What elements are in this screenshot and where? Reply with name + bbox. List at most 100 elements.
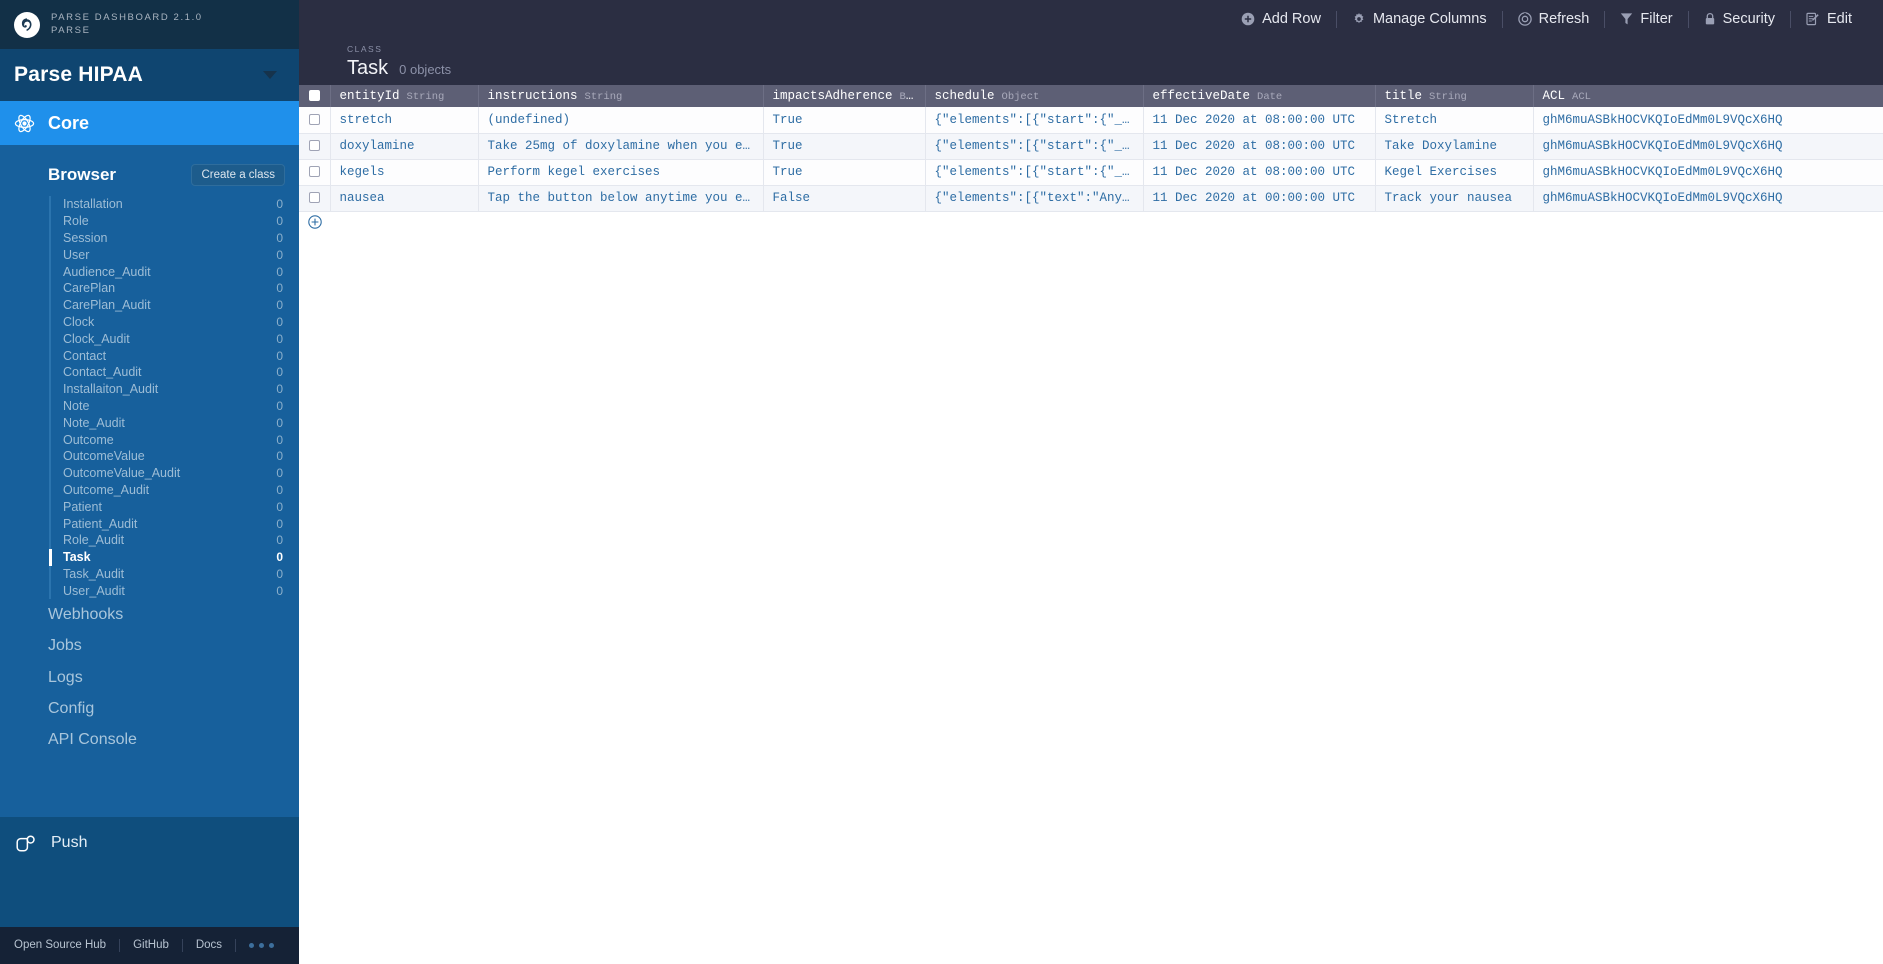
row-select-cell[interactable] bbox=[299, 133, 331, 160]
sidebar-class-note[interactable]: Note 0 bbox=[51, 398, 299, 415]
row-checkbox[interactable] bbox=[308, 192, 320, 204]
cell-instructions[interactable]: Take 25mg of doxylamine when you experie… bbox=[478, 133, 764, 160]
sidebar-class-role[interactable]: Role 0 bbox=[51, 213, 299, 230]
sidebar-class-user_audit[interactable]: User_Audit 0 bbox=[51, 582, 299, 599]
cell-entityId[interactable]: doxylamine bbox=[330, 133, 479, 160]
cell-schedule[interactable]: {"elements":[{"start":{"_… bbox=[925, 133, 1144, 160]
data-table-container: entityId String instructions String impactsA… bbox=[299, 85, 1883, 964]
cell-entityId[interactable]: stretch bbox=[330, 107, 479, 134]
sidebar-item-config[interactable]: Config bbox=[0, 693, 299, 724]
sidebar-class-patient[interactable]: Patient 0 bbox=[51, 498, 299, 515]
cell-effectiveDate[interactable]: 11 Dec 2020 at 08:00:00 UTC bbox=[1143, 133, 1376, 160]
cell-impactsAdherence[interactable]: True bbox=[763, 107, 926, 134]
row-select-cell[interactable] bbox=[299, 185, 331, 212]
row-select-cell[interactable] bbox=[299, 107, 331, 134]
toolbar-refresh-button[interactable]: Refresh bbox=[1503, 11, 1605, 27]
sidebar-class-task[interactable]: Task 0 bbox=[51, 549, 299, 566]
row-checkbox[interactable] bbox=[308, 113, 320, 125]
toolbar-add-row-button[interactable]: Add Row bbox=[1226, 11, 1336, 27]
footer-link-open-source-hub[interactable]: Open Source Hub bbox=[14, 939, 121, 952]
table-row[interactable]: nausea Tap the button below anytime you e… bbox=[299, 185, 1883, 212]
column-header-title[interactable]: title String bbox=[1375, 85, 1534, 107]
sidebar-item-jobs[interactable]: Jobs bbox=[0, 630, 299, 661]
cell-title[interactable]: Take Doxylamine bbox=[1375, 133, 1534, 160]
cell-ACL[interactable]: ghM6muASBkHOCVKQIoEdMm0L9VQcX6HQ bbox=[1533, 107, 1883, 134]
cell-impactsAdherence[interactable]: False bbox=[763, 185, 926, 212]
sidebar-class-task_audit[interactable]: Task_Audit 0 bbox=[51, 566, 299, 583]
footer-link-github[interactable]: GitHub bbox=[120, 939, 183, 952]
cell-title[interactable]: Track your nausea bbox=[1375, 185, 1534, 212]
create-class-button[interactable]: Create a class bbox=[191, 164, 285, 186]
column-header-instructions[interactable]: instructions String bbox=[478, 85, 764, 107]
column-header-effectiveDate[interactable]: effectiveDate Date bbox=[1143, 85, 1376, 107]
sidebar-class-installaiton_audit[interactable]: Installaiton_Audit 0 bbox=[51, 381, 299, 398]
row-select-cell[interactable] bbox=[299, 159, 331, 186]
sidebar-class-careplan_audit[interactable]: CarePlan_Audit 0 bbox=[51, 297, 299, 314]
plus-circle-icon[interactable] bbox=[308, 215, 322, 233]
sidebar-class-clock[interactable]: Clock 0 bbox=[51, 314, 299, 331]
column-header-ACL[interactable]: ACL ACL bbox=[1533, 85, 1883, 107]
table-row[interactable]: doxylamine Take 25mg of doxylamine when y… bbox=[299, 133, 1883, 160]
cell-impactsAdherence[interactable]: True bbox=[763, 133, 926, 160]
sidebar-class-outcomevalue[interactable]: OutcomeValue 0 bbox=[51, 448, 299, 465]
cell-ACL[interactable]: ghM6muASBkHOCVKQIoEdMm0L9VQcX6HQ bbox=[1533, 133, 1883, 160]
sidebar-item-logs[interactable]: Logs bbox=[0, 662, 299, 693]
toolbar-security-button[interactable]: Security bbox=[1689, 11, 1790, 27]
cell-instructions[interactable]: (undefined) bbox=[478, 107, 764, 134]
toolbar-filter-button[interactable]: Filter bbox=[1605, 11, 1687, 27]
ellipsis-icon[interactable] bbox=[236, 943, 275, 948]
sidebar-class-patient_audit[interactable]: Patient_Audit 0 bbox=[51, 515, 299, 532]
table-row[interactable]: stretch (undefined) True {"elements":[{"sta… bbox=[299, 107, 1883, 134]
cell-entityId[interactable]: kegels bbox=[330, 159, 479, 186]
app-selector[interactable]: Parse HIPAA bbox=[0, 49, 299, 101]
cell-ACL[interactable]: ghM6muASBkHOCVKQIoEdMm0L9VQcX6HQ bbox=[1533, 159, 1883, 186]
cell-schedule[interactable]: {"elements":[{"text":"Any… bbox=[925, 185, 1144, 212]
footer-link-docs[interactable]: Docs bbox=[183, 939, 237, 952]
select-all-checkbox[interactable] bbox=[308, 90, 320, 102]
sidebar-class-audience_audit[interactable]: Audience_Audit 0 bbox=[51, 263, 299, 280]
table-row[interactable]: kegels Perform kegel exercises True {"eleme… bbox=[299, 159, 1883, 186]
sidebar-class-user[interactable]: User 0 bbox=[51, 246, 299, 263]
cell-schedule[interactable]: {"elements":[{"start":{"_… bbox=[925, 107, 1144, 134]
brand-title: PARSE DASHBOARD 2.1.0 bbox=[51, 12, 203, 24]
sidebar-item-api-console[interactable]: API Console bbox=[0, 724, 299, 755]
sidebar-class-outcomevalue_audit[interactable]: OutcomeValue_Audit 0 bbox=[51, 465, 299, 482]
cell-schedule[interactable]: {"elements":[{"start":{"_… bbox=[925, 159, 1144, 186]
cell-ACL[interactable]: ghM6muASBkHOCVKQIoEdMm0L9VQcX6HQ bbox=[1533, 185, 1883, 212]
sidebar-class-note_audit[interactable]: Note_Audit 0 bbox=[51, 414, 299, 431]
row-checkbox[interactable] bbox=[308, 166, 320, 178]
sidebar-section-core[interactable]: Core bbox=[0, 101, 299, 145]
sidebar-class-clock_audit[interactable]: Clock_Audit 0 bbox=[51, 330, 299, 347]
sidebar-class-contact_audit[interactable]: Contact_Audit 0 bbox=[51, 364, 299, 381]
cell-entityId[interactable]: nausea bbox=[330, 185, 479, 212]
column-name: instructions bbox=[487, 89, 578, 103]
sidebar-footer: Open Source Hub GitHub Docs bbox=[0, 927, 299, 964]
column-header-impactsAdherence[interactable]: impactsAdherence Boolean bbox=[763, 85, 926, 107]
sidebar-class-session[interactable]: Session 0 bbox=[51, 230, 299, 247]
sidebar-class-installation[interactable]: Installation 0 bbox=[51, 196, 299, 213]
column-header-schedule[interactable]: schedule Object bbox=[925, 85, 1144, 107]
cell-effectiveDate[interactable]: 11 Dec 2020 at 08:00:00 UTC bbox=[1143, 159, 1376, 186]
toolbar-edit-button[interactable]: Edit bbox=[1791, 11, 1867, 27]
cell-title[interactable]: Stretch bbox=[1375, 107, 1534, 134]
row-checkbox[interactable] bbox=[308, 140, 320, 152]
browser-section-header: Browser Create a class bbox=[0, 154, 299, 196]
sidebar-class-contact[interactable]: Contact 0 bbox=[51, 347, 299, 364]
sidebar-section-push[interactable]: Push bbox=[0, 817, 299, 927]
sidebar-class-outcome_audit[interactable]: Outcome_Audit 0 bbox=[51, 482, 299, 499]
select-all-header[interactable] bbox=[299, 85, 331, 107]
sidebar-class-role_audit[interactable]: Role_Audit 0 bbox=[51, 532, 299, 549]
cell-instructions[interactable]: Tap the button below anytime you experie… bbox=[478, 185, 764, 212]
toolbar-manage-columns-button[interactable]: Manage Columns bbox=[1337, 11, 1502, 27]
cell-effectiveDate[interactable]: 11 Dec 2020 at 00:00:00 UTC bbox=[1143, 185, 1376, 212]
cell-impactsAdherence[interactable]: True bbox=[763, 159, 926, 186]
column-header-entityId[interactable]: entityId String bbox=[330, 85, 479, 107]
sidebar-class-outcome[interactable]: Outcome 0 bbox=[51, 431, 299, 448]
cell-effectiveDate[interactable]: 11 Dec 2020 at 08:00:00 UTC bbox=[1143, 107, 1376, 134]
sidebar-item-webhooks[interactable]: Webhooks bbox=[0, 599, 299, 630]
sidebar-class-careplan[interactable]: CarePlan 0 bbox=[51, 280, 299, 297]
cell-instructions[interactable]: Perform kegel exercises bbox=[478, 159, 764, 186]
class-count: 0 bbox=[276, 247, 283, 262]
column-name: effectiveDate bbox=[1152, 89, 1251, 103]
cell-title[interactable]: Kegel Exercises bbox=[1375, 159, 1534, 186]
